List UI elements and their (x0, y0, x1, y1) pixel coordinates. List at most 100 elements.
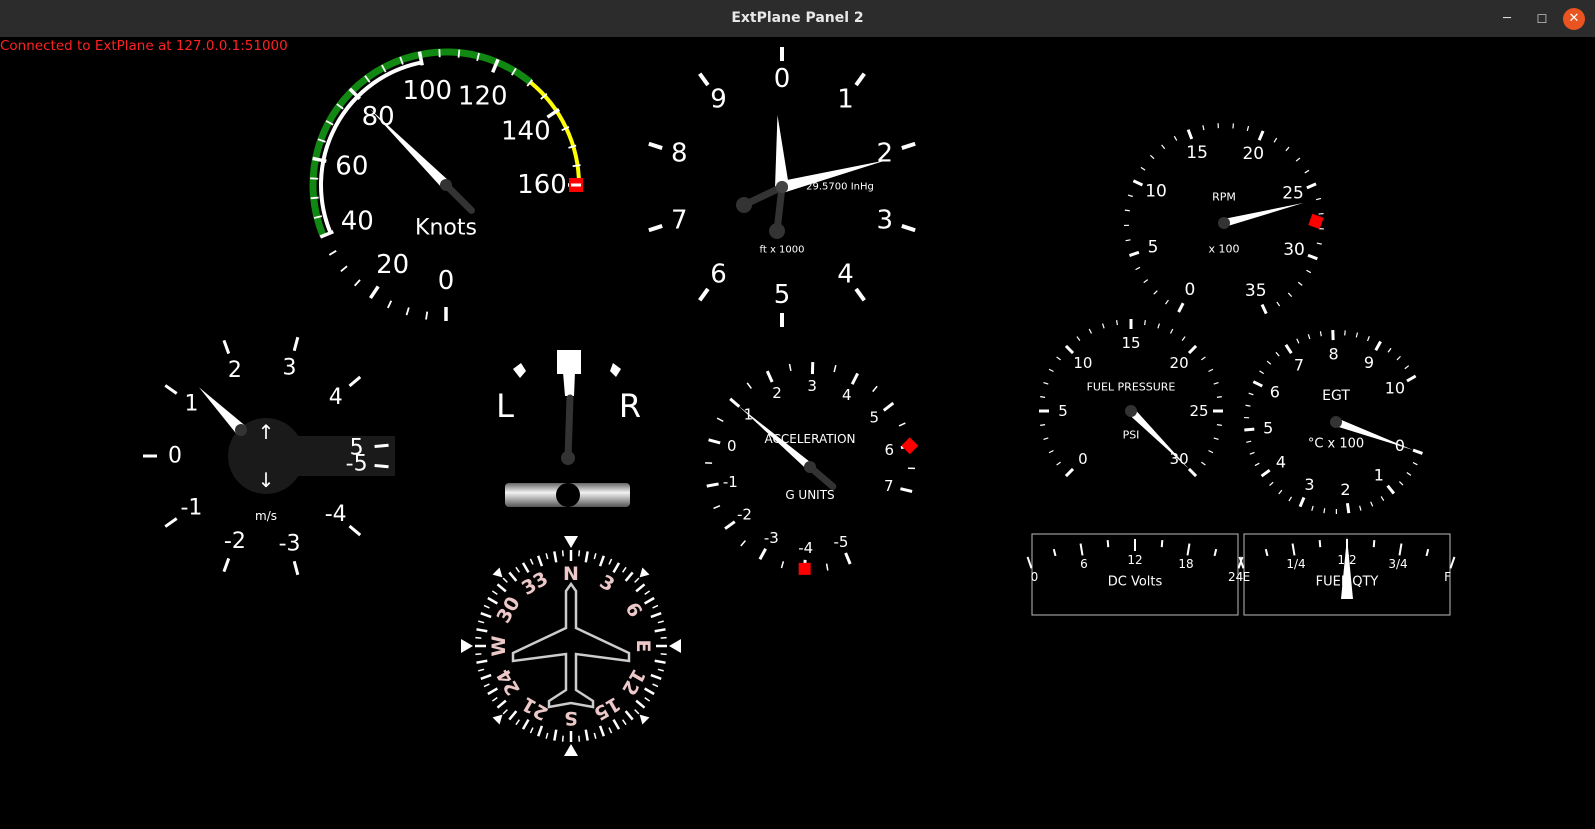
scale-label: 15 (1186, 143, 1208, 163)
airspeed-indicator: 020406080100120140160Knots (309, 48, 583, 321)
compass-label: 15 (590, 692, 624, 724)
scale-label: 0 (774, 64, 791, 94)
scale-tick (1307, 334, 1311, 340)
scale-tick (536, 725, 544, 737)
scale-tick (612, 562, 621, 574)
scale-tick (1275, 351, 1280, 357)
scale-tick (593, 553, 597, 560)
scale-tick (515, 719, 520, 726)
scale-label: 3/4 (1388, 557, 1407, 571)
scale-label: 0 (438, 266, 455, 296)
turn-left-label: L (496, 387, 514, 425)
scale-label: 15 (1121, 334, 1140, 352)
window-titlebar[interactable]: ExtPlane Panel 2 ─ ☐ ✕ (0, 0, 1595, 37)
scale-tick (584, 729, 589, 741)
scale-tick (716, 417, 724, 423)
scale-tick (222, 339, 231, 355)
compass-label: W (488, 635, 510, 656)
scale-tick (1345, 502, 1351, 514)
scale-tick (1201, 356, 1206, 361)
scale-tick (765, 370, 774, 383)
scale-tick (652, 683, 659, 688)
lubber-mark (564, 744, 578, 756)
scale-label: 3 (807, 377, 817, 395)
scale-tick (1157, 323, 1161, 329)
scale-tick (1088, 328, 1093, 334)
scale-tick (478, 668, 485, 672)
scale-tick (644, 590, 651, 595)
scale-label: 9 (710, 85, 727, 115)
scale-tick (536, 555, 544, 567)
scale-label: 8 (671, 139, 688, 169)
lubber-mark (461, 639, 473, 653)
scale-tick (475, 653, 482, 656)
scale-tick (1201, 461, 1206, 466)
scale-tick (545, 553, 549, 560)
scale-label: 5 (869, 409, 879, 427)
scale-tick (1043, 381, 1049, 385)
scale-tick (833, 365, 837, 373)
scale-tick (1187, 467, 1198, 478)
scale-tick (1370, 501, 1374, 507)
vertical-speed-indicator: 012 345-1-2 -3-4-5↑↓m/s (143, 336, 395, 576)
scale-tick (708, 438, 721, 445)
scale-tick (746, 382, 752, 389)
scale-label: 4 (1276, 452, 1286, 471)
scale-label: 5 (1263, 418, 1273, 437)
scale-tick (1186, 129, 1194, 140)
altimeter-pressure-label: 29.5700 InHg (806, 182, 874, 193)
scale-tick (584, 551, 589, 563)
scale-label: 20 (1242, 144, 1264, 164)
scale-tick (502, 577, 508, 583)
scale-tick (1079, 543, 1084, 556)
scale-tick (1372, 540, 1376, 548)
scale-tick (491, 590, 498, 595)
scale-tick (1056, 356, 1061, 361)
scale-label: E (1243, 570, 1251, 584)
scale-tick (483, 604, 490, 609)
minimize-button[interactable]: ─ (1496, 8, 1518, 30)
fuel-pressure-gauge: 051015202530FUEL PRESSUREPSI (1039, 319, 1223, 478)
scale-tick (1298, 496, 1306, 508)
scale-tick (1245, 404, 1251, 407)
scale-label: 20 (1170, 354, 1189, 372)
slip-ball (556, 483, 580, 507)
scale-tick (1295, 157, 1301, 162)
scale-label: 3 (283, 356, 297, 381)
scale-tick (545, 732, 549, 739)
scale-tick (1355, 332, 1359, 338)
scale-label: 20 (376, 250, 409, 280)
lubber-mark (492, 567, 503, 578)
scale-tick (634, 577, 640, 583)
vsi-unit-label: m/s (255, 509, 277, 523)
scale-tick (1040, 396, 1046, 398)
scale-label: -1 (723, 473, 738, 491)
heading-indicator: N 36 E 1215 S 2124 W 3033 (461, 536, 681, 756)
scale-label: 4 (837, 259, 854, 289)
scale-label: 5 (1148, 237, 1159, 257)
scale-tick (1296, 338, 1300, 344)
scale-label: 24 (1228, 570, 1243, 584)
scale-tick (1306, 182, 1317, 190)
scale-tick (561, 550, 564, 557)
fuel-quantity-gauge: E1/41/23/4FFUEL QTY (1238, 533, 1456, 616)
maximize-button[interactable]: ☐ (1531, 8, 1553, 30)
compass-label: S (564, 707, 578, 729)
close-button[interactable]: ✕ (1563, 8, 1585, 30)
scale-tick (713, 504, 721, 510)
lubber-mark (564, 536, 578, 548)
scale-tick (643, 596, 655, 605)
scale-tick (354, 279, 361, 287)
dc_volts-title: DC Volts (1108, 575, 1163, 590)
accel-max-marker (901, 437, 919, 455)
scale-label: 4 (842, 386, 852, 404)
scale-tick (496, 583, 507, 593)
scale-tick (1213, 381, 1219, 385)
rpm-needle (1223, 202, 1304, 227)
scale-tick (648, 224, 663, 233)
scale-tick (608, 727, 613, 734)
scale-tick (1257, 130, 1265, 141)
scale-label: -4 (798, 539, 813, 557)
scale-tick (635, 699, 646, 709)
scale-tick (487, 687, 499, 696)
